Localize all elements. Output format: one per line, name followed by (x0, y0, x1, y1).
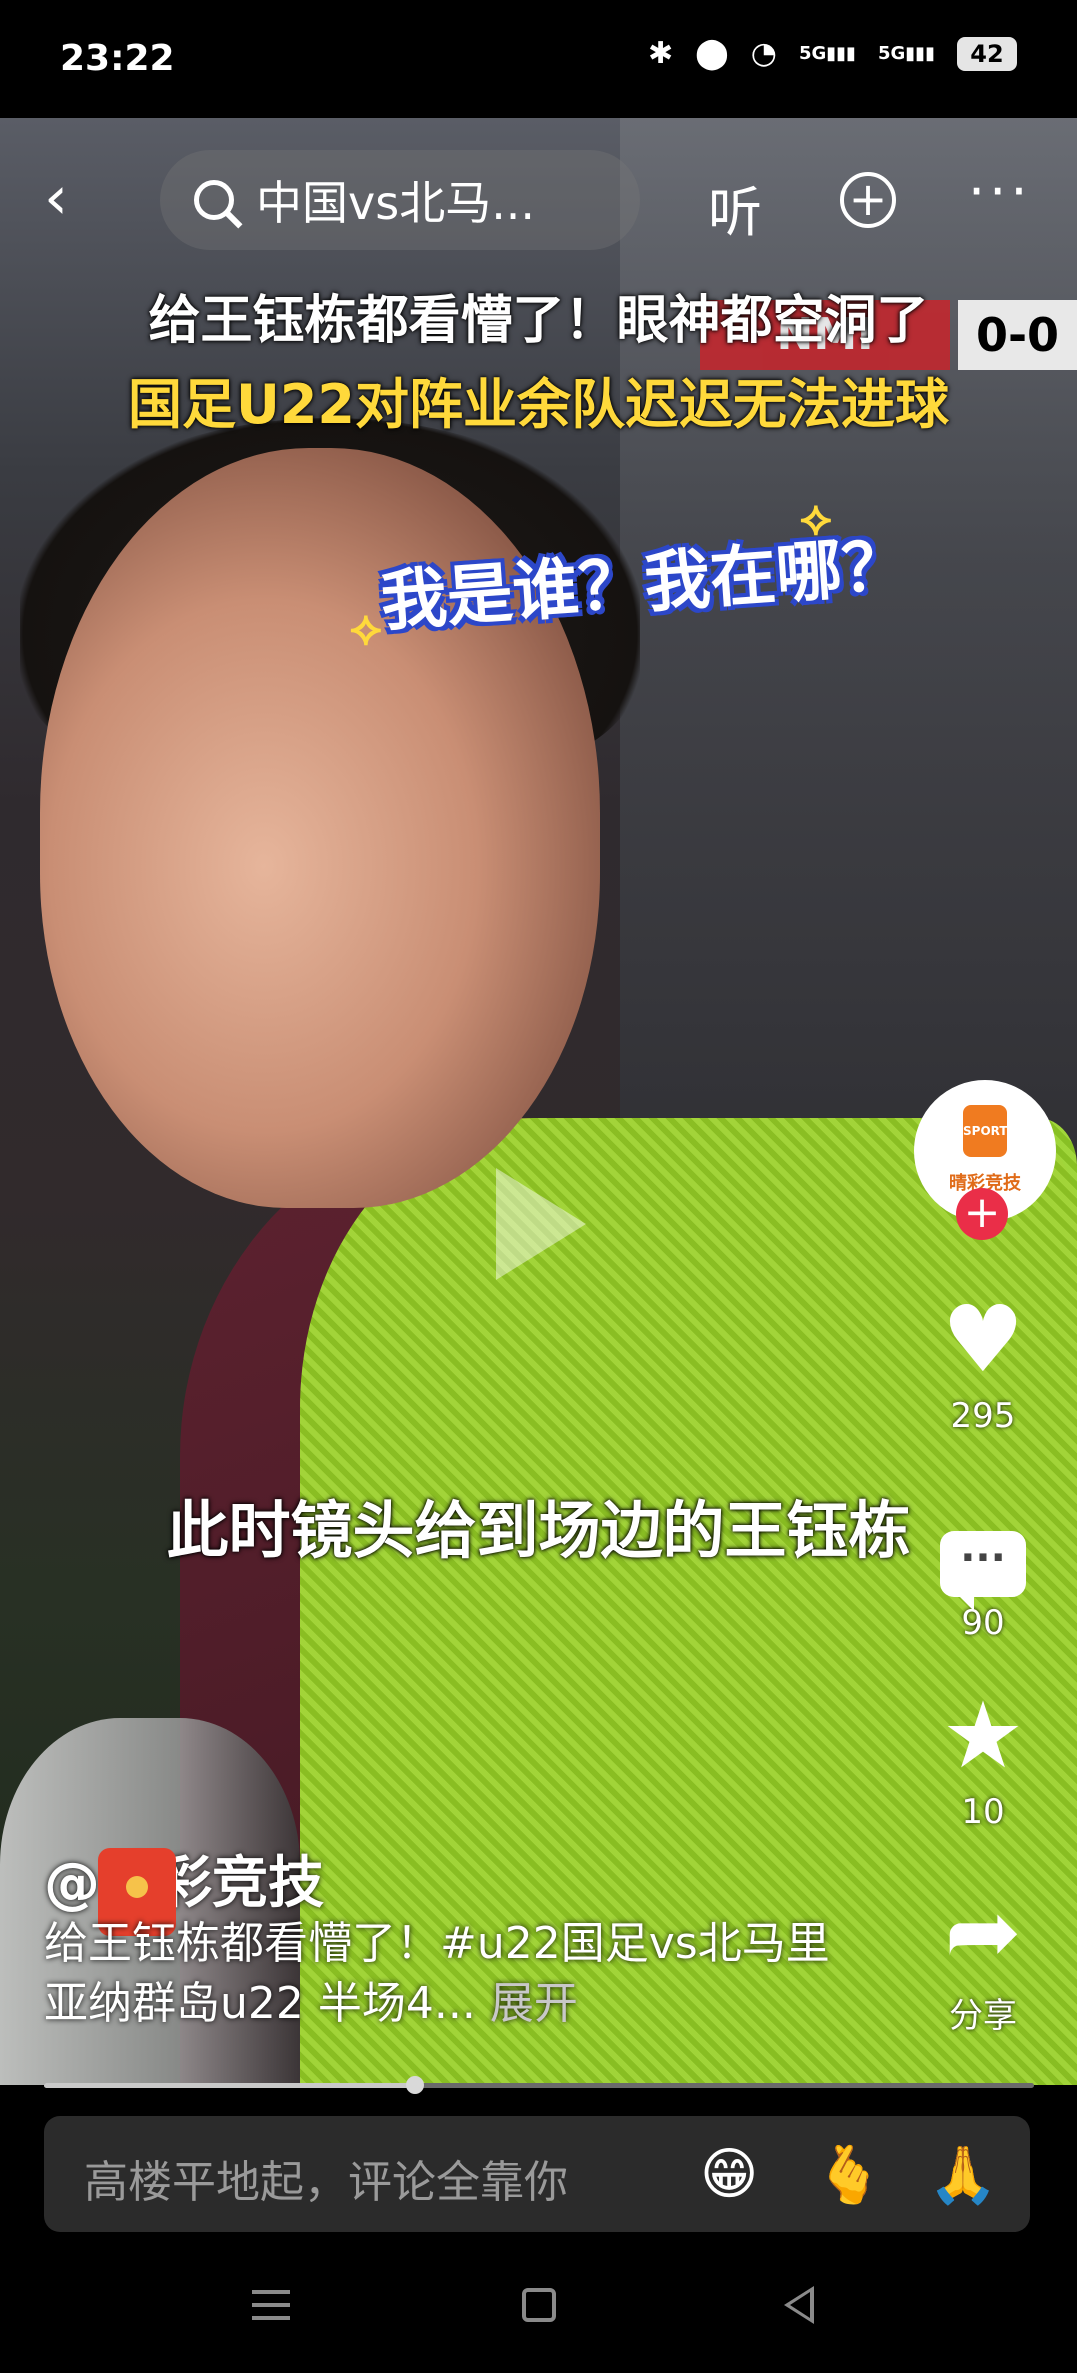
search-box[interactable]: 中国vs北马... (160, 150, 640, 250)
like-count: 295 (950, 1396, 1016, 1436)
signal-icon-1: 5G▮▮▮ (798, 43, 856, 64)
signal-icon-2: 5G▮▮▮ (877, 43, 935, 64)
video-progress-bar[interactable] (44, 2076, 1034, 2094)
share-button[interactable]: ➦ 分享 (910, 1882, 1056, 2037)
top-bar: ‹ 中国vs北马... 听 + ··· (0, 150, 1077, 250)
pray-emoji-icon[interactable]: 🙏 (928, 2142, 998, 2208)
system-nav-bar (0, 2232, 1077, 2373)
heart-icon: ♥ (941, 1286, 1025, 1393)
share-label: 分享 (949, 1996, 1017, 2036)
author-name[interactable]: @晴彩竞技 (44, 1838, 324, 1919)
listen-button[interactable]: 听 (708, 168, 762, 247)
back-icon[interactable]: ‹ (44, 168, 68, 228)
share-icon: ➦ (944, 1878, 1022, 1985)
description-text: 给王钰栋都看懵了！#u22国足vs北马里亚纳群岛u22 半场4... (44, 1918, 830, 2029)
favorite-button[interactable]: ★ 10 (910, 1682, 1056, 1833)
post-description[interactable]: 给王钰栋都看懵了！#u22国足vs北马里亚纳群岛u22 半场4... 展开 (44, 1914, 864, 2034)
search-icon (194, 180, 234, 220)
play-icon[interactable] (496, 1168, 586, 1280)
bluetooth-icon: ✱ (648, 36, 674, 71)
search-text: 中国vs北马... (256, 176, 536, 230)
comment-input[interactable]: 高楼平地起，评论全靠你 (84, 2146, 568, 2210)
comment-icon: ··· (910, 1490, 1056, 1611)
back-nav-icon[interactable] (784, 2286, 814, 2324)
star-icon: ★ (941, 1682, 1025, 1789)
status-time: 23:22 (60, 38, 175, 79)
status-icons: ✱ ⬤ ◔ 5G▮▮▮ 5G▮▮▮ 42 (648, 36, 1017, 71)
progress-fill (44, 2083, 416, 2088)
like-button[interactable]: ♥ 295 (910, 1286, 1056, 1437)
expand-link[interactable]: 展开 (490, 1978, 578, 2029)
location-icon: ⬤ (695, 36, 729, 71)
comment-button[interactable]: ··· 90 (910, 1490, 1056, 1643)
menu-icon[interactable] (252, 2290, 290, 2320)
finger-heart-emoji-icon[interactable]: 🫰 (814, 2142, 884, 2208)
grin-emoji-icon[interactable]: 😁 (700, 2142, 758, 2207)
avatar-logo: SPORT (963, 1105, 1008, 1157)
battery-icon: 42 (957, 36, 1017, 71)
add-icon[interactable]: + (840, 172, 896, 228)
wifi-icon: ◔ (750, 36, 777, 71)
comment-count: 90 (961, 1603, 1005, 1643)
comment-bar[interactable]: 高楼平地起，评论全靠你 😁 🫰 🙏 (44, 2116, 1030, 2232)
status-bar: 23:22 ✱ ⬤ ◔ 5G▮▮▮ 5G▮▮▮ 42 (0, 0, 1077, 118)
video-caption-line1: 给王钰栋都看懵了！眼神都空洞了 (148, 291, 929, 351)
favorite-count: 10 (961, 1792, 1005, 1832)
more-icon[interactable]: ··· (968, 160, 1032, 223)
follow-button[interactable]: + (956, 1188, 1008, 1240)
video-caption-line2: 国足U22对阵业余队迟迟无法进球 (128, 373, 949, 436)
spark-icon: ⟡ (350, 600, 382, 656)
home-icon[interactable] (522, 2288, 556, 2322)
progress-handle[interactable] (406, 2076, 425, 2094)
